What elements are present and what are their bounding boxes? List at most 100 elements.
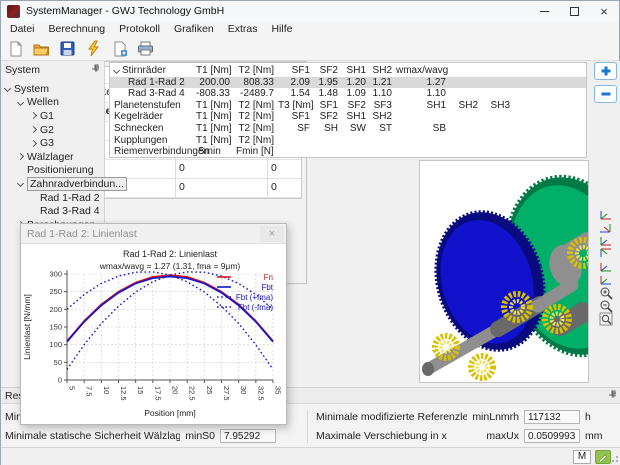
close-button[interactable]: × bbox=[589, 1, 619, 21]
gear-table-cell bbox=[278, 135, 314, 147]
zoom-in-button[interactable] bbox=[597, 286, 615, 299]
prop-value-cell[interactable]: 0 bbox=[267, 160, 301, 178]
result-unit: h bbox=[585, 411, 607, 423]
view-xz-button[interactable] bbox=[597, 247, 615, 260]
chevron-down-icon[interactable] bbox=[4, 85, 11, 92]
results-pin-icon[interactable] bbox=[608, 390, 617, 402]
pin-icon[interactable] bbox=[91, 64, 100, 76]
tree-item-g3[interactable]: G3 bbox=[1, 136, 104, 150]
app-window: { "window": {"title": "SystemManager - G… bbox=[0, 0, 620, 465]
prop-value-cell[interactable]: 0 bbox=[267, 179, 301, 197]
zoom-fit-button[interactable] bbox=[597, 312, 615, 325]
view-toolbar bbox=[592, 62, 619, 325]
y-tick-label: 300 bbox=[49, 270, 62, 279]
resize-grip[interactable] bbox=[611, 455, 619, 463]
tree-item-wellen[interactable]: Wellen bbox=[1, 96, 104, 110]
prop-value-cell[interactable]: 0 bbox=[175, 179, 267, 197]
add-button[interactable] bbox=[594, 62, 617, 80]
minimize-button[interactable] bbox=[529, 1, 559, 21]
tree-item-label: Wälzlager bbox=[27, 151, 74, 163]
prop-value-cell[interactable]: 0 bbox=[175, 160, 267, 178]
tree-item-g2[interactable]: G2 bbox=[1, 123, 104, 137]
view-yx-button[interactable] bbox=[597, 260, 615, 273]
chevron-right-icon[interactable] bbox=[30, 140, 37, 147]
new-file-icon bbox=[8, 41, 24, 57]
chevron-down-icon[interactable] bbox=[17, 99, 24, 106]
calculate-button[interactable] bbox=[82, 38, 105, 59]
gear-table-cell: T1 [Nm] bbox=[196, 123, 234, 135]
gear-table-row-riemenverbindungen[interactable]: RiemenverbindungenSminFmin [N] bbox=[110, 146, 586, 158]
popup-titlebar[interactable]: Rad 1-Rad 2: Linienlast × bbox=[21, 224, 286, 244]
edit-status-button[interactable] bbox=[595, 450, 611, 464]
gear-table-row-planetenstufen[interactable]: PlanetenstufenT1 [Nm]T2 [Nm]T3 [Nm]SF1SF… bbox=[110, 100, 586, 112]
gear-table-cell bbox=[450, 88, 482, 100]
save-button[interactable] bbox=[56, 38, 79, 59]
view-zy-button[interactable] bbox=[597, 221, 615, 234]
gear-table-row-kupplungen[interactable]: KupplungenT1 [Nm]T2 [Nm] bbox=[110, 135, 586, 147]
gear-3d-scene bbox=[420, 161, 588, 382]
gear-table-cell: SW bbox=[342, 123, 370, 135]
chevron-right-icon[interactable] bbox=[17, 153, 24, 160]
gear-table-cell bbox=[482, 88, 514, 100]
gear-table-cell: SH bbox=[314, 123, 342, 135]
gear-table-cell: 1.48 bbox=[314, 88, 342, 100]
gear-table-cell: SF1 bbox=[314, 100, 342, 112]
row-label: Rad 3-Rad 4 bbox=[128, 88, 185, 100]
menu-datei[interactable]: Datei bbox=[3, 22, 42, 36]
gear-table-cell: ST bbox=[370, 123, 396, 135]
view-yz-icon bbox=[598, 208, 613, 221]
remove-button[interactable] bbox=[594, 85, 617, 103]
view-zx-button[interactable] bbox=[597, 234, 615, 247]
gear-table-cell bbox=[482, 111, 514, 123]
popup-close-button[interactable]: × bbox=[260, 226, 284, 242]
tree-item-positionierung[interactable]: Positionierung bbox=[1, 164, 104, 178]
gear-table-cell: SF2 bbox=[314, 111, 342, 123]
tree-item-rad-3-rad-4[interactable]: Rad 3-Rad 4 bbox=[1, 204, 104, 218]
tree-item-system[interactable]: System bbox=[1, 82, 104, 96]
menu-protokoll[interactable]: Protokoll bbox=[112, 22, 167, 36]
tree-indent bbox=[30, 208, 37, 215]
gear-table-row-stirnr-der[interactable]: StirnräderT1 [Nm]T2 [Nm]SF1SF2SH1SH2wmax… bbox=[110, 65, 586, 77]
tree-item-g1[interactable]: G1 bbox=[1, 109, 104, 123]
row-label: Planetenstufen bbox=[114, 100, 181, 112]
open-button[interactable] bbox=[30, 38, 53, 59]
menu-hilfe[interactable]: Hilfe bbox=[264, 22, 299, 36]
menu-extras[interactable]: Extras bbox=[221, 22, 265, 36]
chevron-down-icon[interactable] bbox=[17, 180, 24, 187]
chevron-right-icon[interactable] bbox=[30, 126, 37, 133]
tree-item-w-lzlager[interactable]: Wälzlager bbox=[1, 150, 104, 164]
menu-berechnung[interactable]: Berechnung bbox=[42, 22, 113, 36]
gear-table-cell bbox=[482, 123, 514, 135]
x-tick-label: 27.5 bbox=[222, 386, 231, 401]
gear-table-cell bbox=[278, 146, 314, 158]
gear-table-row-kegelr-der[interactable]: KegelräderT1 [Nm]T2 [Nm]SF1SF2SH1SH2 bbox=[110, 111, 586, 123]
new-file-button[interactable] bbox=[4, 38, 27, 59]
result-value-field[interactable]: 117132 bbox=[524, 410, 580, 424]
gear-table-row-schnecken[interactable]: SchneckenT1 [Nm]T2 [Nm]SFSHSWSTSB bbox=[110, 123, 586, 135]
gear-table-row-rad-3-rad-4[interactable]: Rad 3-Rad 4-808.33-2489.71.541.481.091.1… bbox=[110, 88, 586, 100]
view-yz-button[interactable] bbox=[597, 208, 615, 221]
gear-table-cell bbox=[396, 135, 450, 147]
maximize-button[interactable] bbox=[559, 1, 589, 21]
report-button[interactable] bbox=[108, 38, 131, 59]
result-value-field[interactable]: 7.95292 bbox=[220, 429, 276, 443]
gear-3d-view bbox=[419, 160, 589, 383]
menu-grafiken[interactable]: Grafiken bbox=[167, 22, 221, 36]
view-xy-button[interactable] bbox=[597, 273, 615, 286]
gear-table-cell: SF1 bbox=[278, 111, 314, 123]
maximize-icon bbox=[570, 7, 579, 16]
gear-table-row-rad-1-rad-2[interactable]: Rad 1-Rad 2200.00808.332.091.951.201.211… bbox=[110, 77, 586, 89]
zoom-out-button[interactable] bbox=[597, 299, 615, 312]
result-value-field[interactable]: 0.0509993 bbox=[524, 429, 580, 443]
x-tick-label: 17.5 bbox=[153, 386, 162, 401]
gear-table-cell: T2 [Nm] bbox=[234, 135, 278, 147]
m-button[interactable]: M bbox=[573, 450, 591, 464]
gear-table-cell: 1.09 bbox=[342, 88, 370, 100]
chevron-right-icon[interactable] bbox=[30, 112, 37, 119]
tree-item-zahnradverbindun[interactable]: Zahnradverbindun... bbox=[1, 177, 104, 191]
print-button[interactable] bbox=[134, 38, 157, 59]
gear-table-cell: T1 [Nm] bbox=[196, 111, 234, 123]
tree-item-rad-1-rad-2[interactable]: Rad 1-Rad 2 bbox=[1, 191, 104, 205]
chevron-down-icon[interactable] bbox=[113, 67, 120, 74]
result-code: minS0 bbox=[185, 430, 215, 442]
